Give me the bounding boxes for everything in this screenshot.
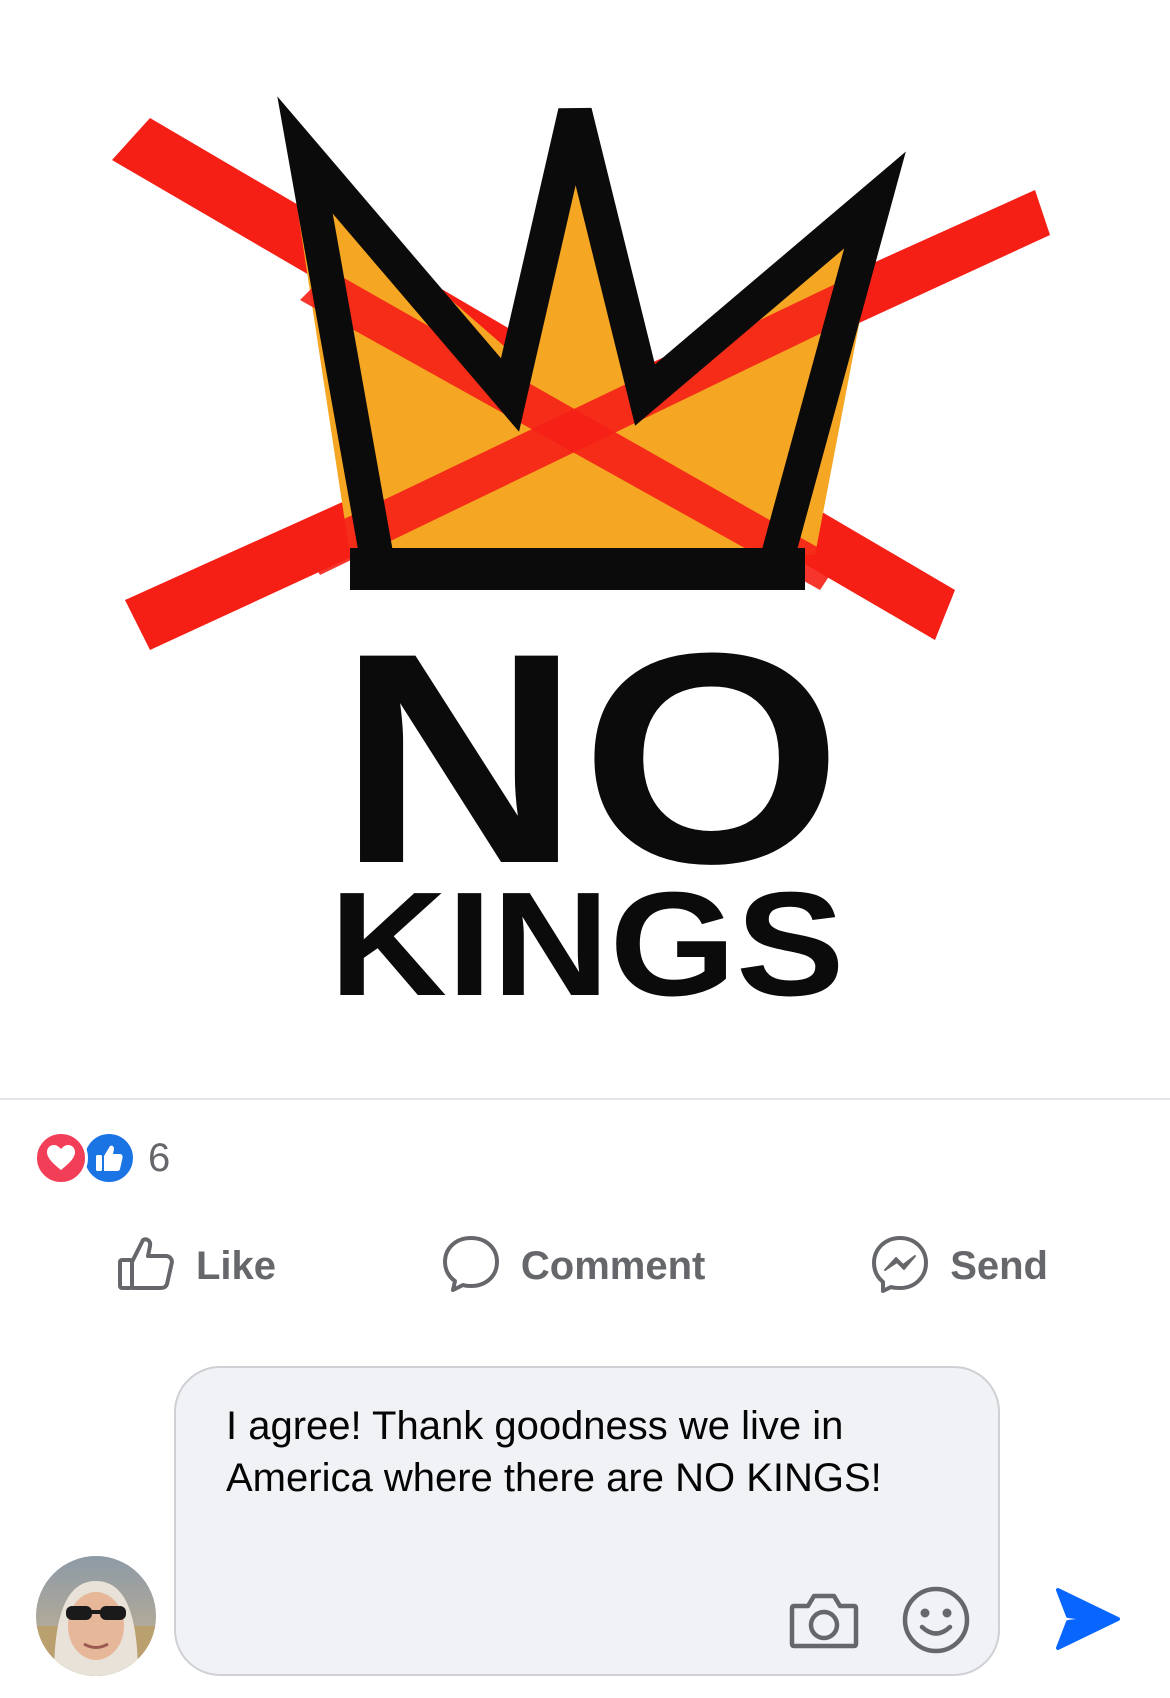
divider [0,1098,1170,1100]
thumbs-up-outline-icon [116,1234,176,1299]
crown-base [350,548,805,590]
post-image[interactable]: NO KINGS [0,0,1170,1098]
post-action-bar: Like Comment Send [0,1218,1170,1314]
send-icon[interactable] [1052,1584,1122,1654]
graphic-text-kings: KINGS [330,862,845,1027]
comment-button[interactable]: Comment [441,1234,705,1299]
heart-icon [34,1131,88,1185]
like-label: Like [196,1243,277,1288]
reaction-count: 6 [148,1135,171,1180]
avatar[interactable] [36,1556,156,1676]
comment-input[interactable]: I agree! Thank goodness we live in Ameri… [174,1366,1000,1676]
like-button[interactable]: Like [116,1234,276,1299]
emoji-icon[interactable] [900,1584,972,1656]
comment-bubble-icon [441,1234,501,1299]
messenger-icon [870,1234,930,1299]
comment-text[interactable]: I agree! Thank goodness we live in Ameri… [226,1400,946,1504]
no-kings-graphic: NO KINGS [112,96,1050,1027]
reactions-summary[interactable]: 6 [34,1130,170,1186]
send-label: Send [950,1243,1048,1288]
comment-label: Comment [520,1243,706,1288]
thumbs-up-icon [82,1131,136,1185]
crown [277,96,906,590]
camera-icon[interactable] [788,1590,860,1652]
send-button[interactable]: Send [870,1234,1048,1299]
